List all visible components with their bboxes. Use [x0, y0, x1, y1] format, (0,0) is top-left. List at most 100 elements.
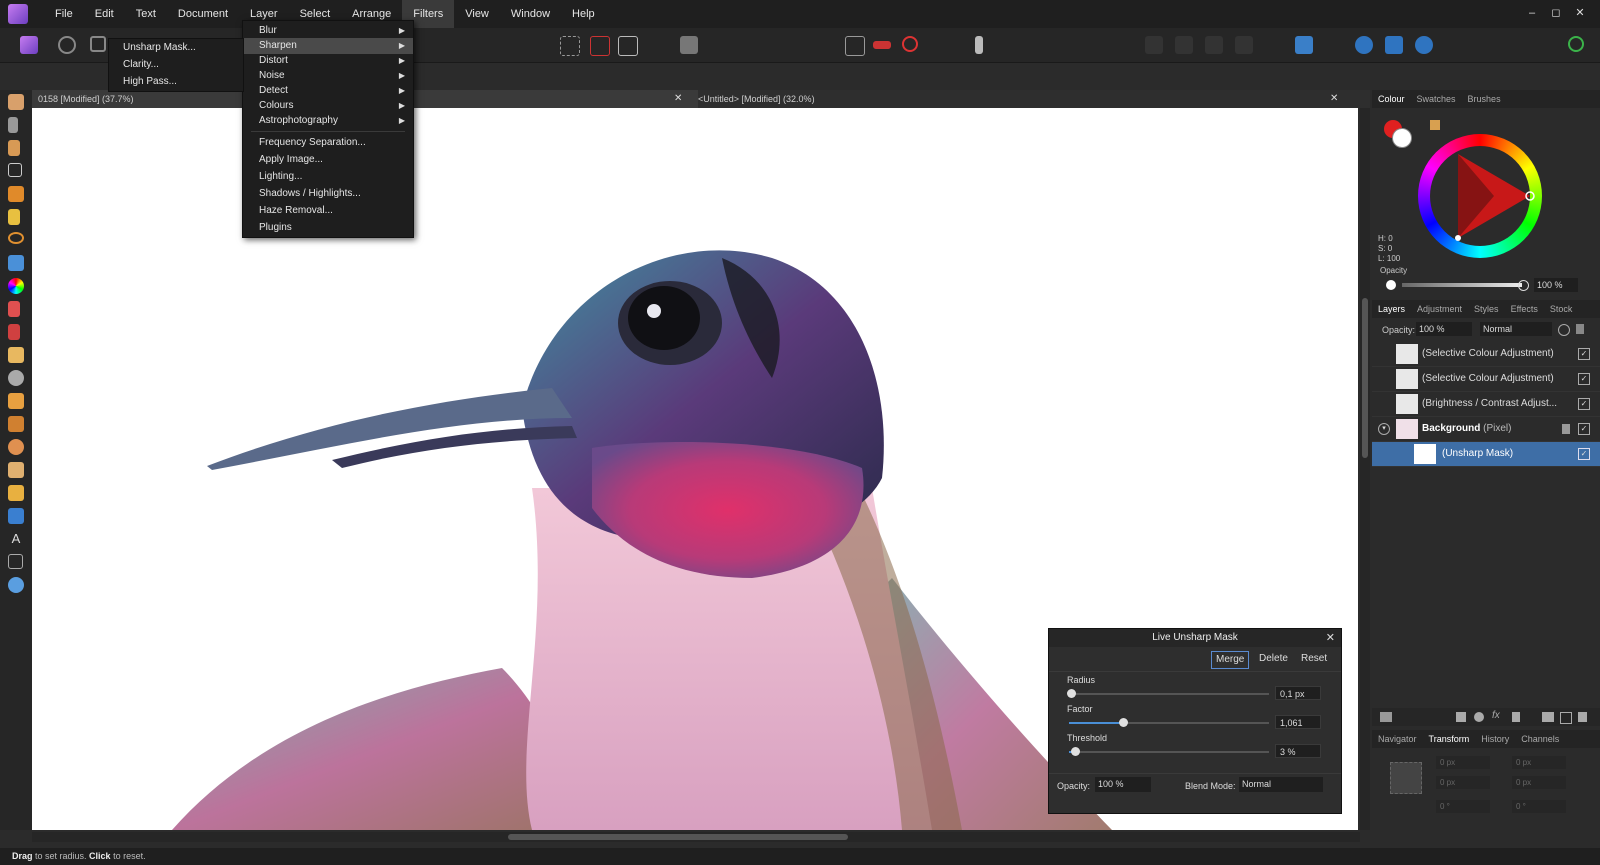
menu-item-astrophotography[interactable]: Astrophotography ▶ — [243, 113, 413, 129]
pen-tool-icon[interactable] — [8, 485, 24, 501]
blemish-removal-tool-icon[interactable] — [8, 416, 24, 432]
arrange-icon-4[interactable] — [1235, 36, 1253, 54]
transform-rotation-field[interactable]: 0 ° — [1436, 800, 1490, 813]
radius-slider[interactable] — [1067, 689, 1269, 698]
healing-brush-tool-icon[interactable] — [8, 462, 24, 478]
clone-brush-tool-icon[interactable] — [8, 393, 24, 409]
menu-item-plugins[interactable]: Plugins — [243, 220, 413, 236]
zoom-tool-icon[interactable] — [8, 577, 24, 593]
lock-icon[interactable] — [1576, 324, 1584, 334]
trash-icon[interactable] — [1578, 712, 1587, 722]
menu-item-colours[interactable]: Colours ▶ — [243, 98, 413, 114]
horizontal-scrollbar[interactable] — [32, 832, 1360, 842]
boolean-add-icon[interactable] — [1355, 36, 1373, 54]
crop-tool-icon[interactable] — [8, 163, 22, 177]
reset-button[interactable]: Reset — [1297, 651, 1331, 667]
account-icon[interactable] — [1568, 36, 1584, 52]
erase-brush-tool-icon[interactable] — [8, 347, 24, 363]
colour-wheel[interactable] — [1418, 134, 1542, 258]
tab-history[interactable]: History — [1475, 730, 1515, 748]
boolean-subtract-icon[interactable] — [1385, 36, 1403, 54]
menu-help[interactable]: Help — [561, 0, 606, 28]
freehand-selection-tool-icon[interactable] — [8, 232, 24, 244]
anchor-point-selector[interactable] — [1390, 762, 1422, 794]
mesh-warp-tool-icon[interactable] — [8, 554, 23, 569]
submenu-item-high-pass[interactable]: High Pass... — [109, 73, 243, 90]
radius-value-field[interactable]: 0,1 px — [1275, 686, 1321, 700]
dialog-blend-mode-dropdown[interactable]: Normal — [1239, 777, 1323, 792]
marquee-icon[interactable] — [560, 36, 580, 56]
assistant-icon[interactable] — [975, 36, 983, 54]
menu-view[interactable]: View — [454, 0, 500, 28]
factor-slider[interactable] — [1069, 718, 1269, 727]
threshold-value-field[interactable]: 3 % — [1275, 744, 1321, 758]
color-picker-tool-icon[interactable] — [8, 140, 20, 156]
layer-row-background[interactable]: ▾ Background (Pixel) ✓ — [1372, 417, 1600, 442]
gear-icon[interactable] — [1558, 324, 1570, 336]
menu-item-blur[interactable]: Blur ▶ — [243, 23, 413, 39]
view-tool-icon[interactable] — [8, 94, 24, 110]
menu-text[interactable]: Text — [125, 0, 167, 28]
layer-visibility-checkbox[interactable]: ✓ — [1578, 373, 1590, 385]
colour-opacity-field[interactable]: 100 % — [1534, 278, 1578, 292]
transform-w-field[interactable]: 0 px — [1436, 776, 1490, 789]
photo-persona-icon[interactable] — [20, 36, 38, 54]
layers-stack-icon[interactable] — [1380, 712, 1392, 722]
expand-chevron-icon[interactable]: ▾ — [1378, 423, 1390, 435]
doc-tab-untitled[interactable]: <Untitled> [Modified] (32.0%) — [692, 90, 1376, 108]
close-window-button[interactable]: ✕ — [1568, 0, 1592, 26]
develop-persona-icon[interactable] — [90, 36, 106, 52]
smudge-brush-tool-icon[interactable] — [8, 439, 24, 455]
new-layer-icon[interactable] — [1560, 712, 1572, 724]
tab-brushes[interactable]: Brushes — [1462, 90, 1507, 108]
grid-icon[interactable] — [845, 36, 865, 56]
menu-item-noise[interactable]: Noise ▶ — [243, 68, 413, 84]
liquify-persona-icon[interactable] — [58, 36, 76, 54]
selection-brush-tool-icon[interactable] — [8, 186, 24, 202]
menu-item-distort[interactable]: Distort ▶ — [243, 53, 413, 69]
menu-document[interactable]: Document — [167, 0, 239, 28]
deselect-icon[interactable] — [590, 36, 610, 56]
invert-selection-icon[interactable] — [618, 36, 638, 56]
merge-button[interactable]: Merge — [1211, 651, 1250, 669]
menu-item-detect[interactable]: Detect ▶ — [243, 83, 413, 99]
rectangle-tool-icon[interactable] — [8, 508, 24, 524]
tab-styles[interactable]: Styles — [1468, 300, 1505, 318]
menu-window[interactable]: Window — [500, 0, 561, 28]
submenu-item-clarity[interactable]: Clarity... — [109, 56, 243, 73]
transform-shear-field[interactable]: 0 ° — [1512, 800, 1566, 813]
flood-select-tool-icon[interactable] — [8, 209, 20, 225]
menu-item-lighting[interactable]: Lighting... — [243, 169, 413, 185]
colour-triangle[interactable] — [1418, 134, 1542, 258]
tab-channels[interactable]: Channels — [1515, 730, 1565, 748]
maximize-button[interactable]: ◻ — [1544, 0, 1568, 26]
layer-visibility-checkbox[interactable]: ✓ — [1578, 398, 1590, 410]
radius-slider-knob[interactable] — [1067, 689, 1076, 698]
horizontal-scroll-thumb[interactable] — [508, 834, 848, 840]
layer-visibility-checkbox[interactable]: ✓ — [1578, 448, 1590, 460]
color-replacement-tool-icon[interactable] — [8, 324, 20, 340]
align-left-icon[interactable] — [1295, 36, 1313, 54]
transform-y-field[interactable]: 0 px — [1512, 756, 1566, 769]
close-icon[interactable]: ✕ — [1326, 631, 1335, 644]
arrange-icon-1[interactable] — [1145, 36, 1163, 54]
layer-row[interactable]: (Selective Colour Adjustment) ✓ — [1372, 367, 1600, 392]
flood-fill-tool-icon[interactable] — [8, 255, 24, 271]
align-icon[interactable] — [873, 41, 891, 49]
transform-h-field[interactable]: 0 px — [1512, 776, 1566, 789]
tab-layers[interactable]: Layers — [1372, 300, 1411, 318]
dodge-brush-tool-icon[interactable] — [8, 370, 24, 386]
affinity-photo-logo-icon[interactable] — [8, 4, 28, 24]
boolean-intersect-icon[interactable] — [1415, 36, 1433, 54]
layers-opacity-field[interactable]: 100 % — [1416, 322, 1472, 336]
secondary-colour-swatch[interactable] — [1392, 128, 1412, 148]
factor-value-field[interactable]: 1,061 — [1275, 715, 1321, 729]
tab-adjustment[interactable]: Adjustment — [1411, 300, 1468, 318]
folder-icon[interactable] — [1542, 712, 1554, 722]
menu-item-haze-removal[interactable]: Haze Removal... — [243, 203, 413, 219]
close-tab-icon[interactable]: ✕ — [674, 90, 682, 108]
delete-button[interactable]: Delete — [1255, 651, 1292, 667]
close-tab-icon[interactable]: ✕ — [1330, 90, 1338, 108]
threshold-slider[interactable] — [1069, 747, 1269, 756]
gradient-tool-icon[interactable] — [8, 278, 24, 294]
